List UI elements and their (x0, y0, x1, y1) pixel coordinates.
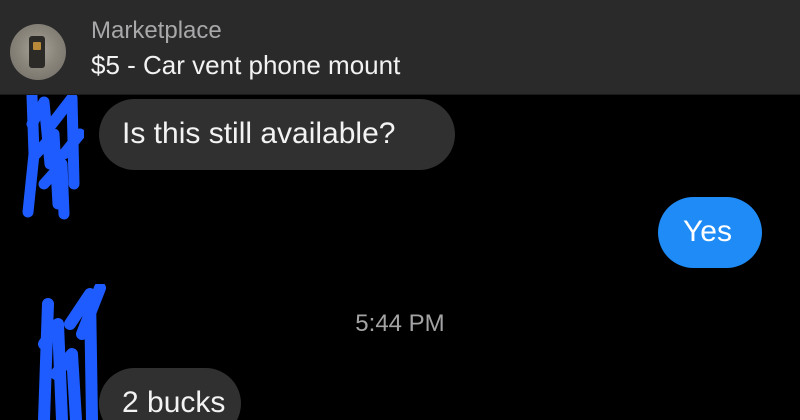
redaction-scribble-1 (22, 94, 84, 220)
redaction-scribble-2 (38, 284, 106, 420)
outgoing-message-bubble[interactable]: Yes (658, 197, 762, 268)
phone-mount-image-icon (29, 36, 45, 68)
message-timestamp: 5:44 PM (355, 310, 445, 337)
listing-title: $5 - Car vent phone mount (91, 50, 401, 80)
message-text: Is this still available? (122, 117, 396, 150)
chat-screen: Marketplace $5 - Car vent phone mount Is… (0, 0, 800, 420)
marketplace-listing-header[interactable]: Marketplace $5 - Car vent phone mount (0, 0, 800, 95)
message-text: Yes (683, 215, 732, 248)
listing-thumbnail[interactable] (10, 24, 66, 80)
incoming-message-bubble[interactable]: 2 bucks (99, 368, 241, 420)
marketplace-label: Marketplace (91, 17, 222, 44)
message-text: 2 bucks (122, 386, 226, 419)
incoming-message-bubble[interactable]: Is this still available? (99, 99, 455, 170)
